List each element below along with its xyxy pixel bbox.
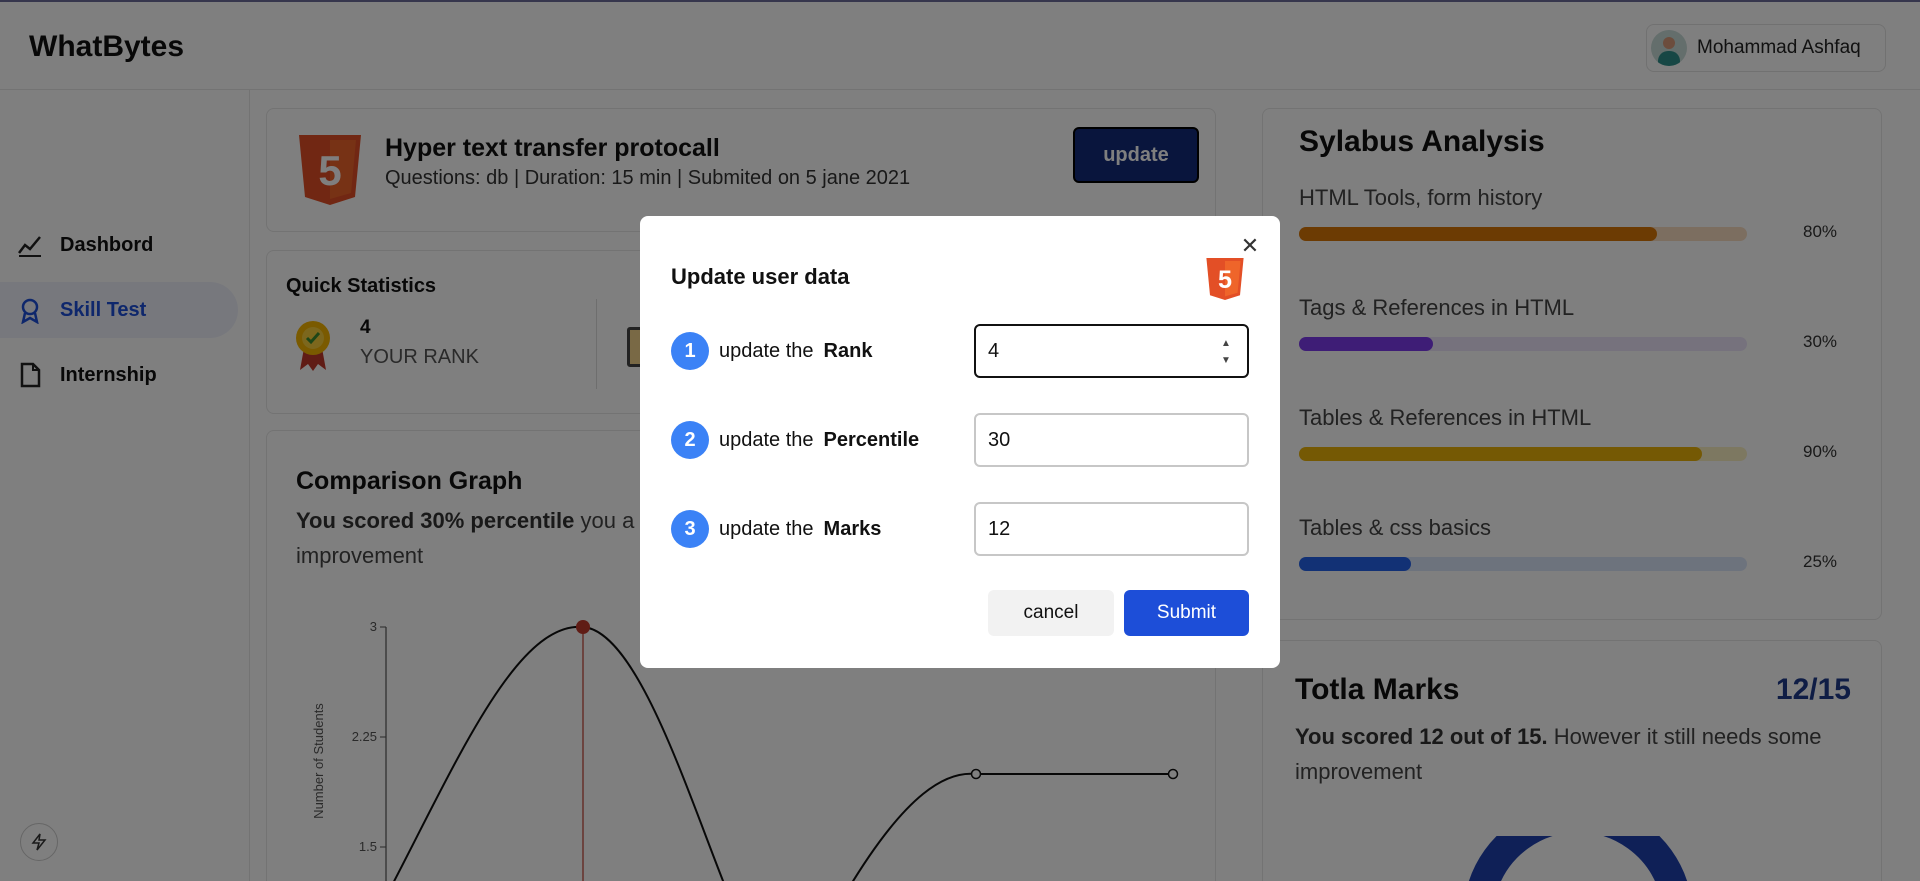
- svg-text:5: 5: [1218, 266, 1232, 294]
- marks-input[interactable]: [974, 502, 1249, 556]
- modal-title: Update user data: [671, 264, 850, 289]
- percentile-input[interactable]: [974, 413, 1249, 467]
- rank-input[interactable]: [974, 324, 1249, 378]
- step-number: 1: [671, 332, 709, 370]
- number-stepper[interactable]: ▲ ▼: [1217, 338, 1235, 366]
- html5-icon: 5: [1206, 258, 1244, 300]
- row-text: update the: [719, 428, 814, 451]
- rank-row: 1 update the Rank: [671, 332, 872, 370]
- marks-row: 3 update the Marks: [671, 510, 881, 548]
- row-field: Rank: [823, 339, 873, 362]
- close-icon[interactable]: ✕: [1238, 233, 1262, 258]
- submit-button[interactable]: Submit: [1124, 590, 1249, 636]
- step-number: 2: [671, 421, 709, 459]
- row-field: Percentile: [823, 428, 920, 451]
- row-field: Marks: [823, 517, 882, 540]
- cancel-button[interactable]: cancel: [988, 590, 1114, 636]
- increment-icon[interactable]: ▲: [1221, 338, 1231, 349]
- row-text: update the: [719, 339, 814, 362]
- row-text: update the: [719, 517, 814, 540]
- update-user-data-modal: Update user data 5 ✕ 1 update the Rank ▲…: [640, 216, 1280, 668]
- decrement-icon[interactable]: ▼: [1221, 355, 1231, 366]
- percentile-row: 2 update the Percentile: [671, 421, 919, 459]
- step-number: 3: [671, 510, 709, 548]
